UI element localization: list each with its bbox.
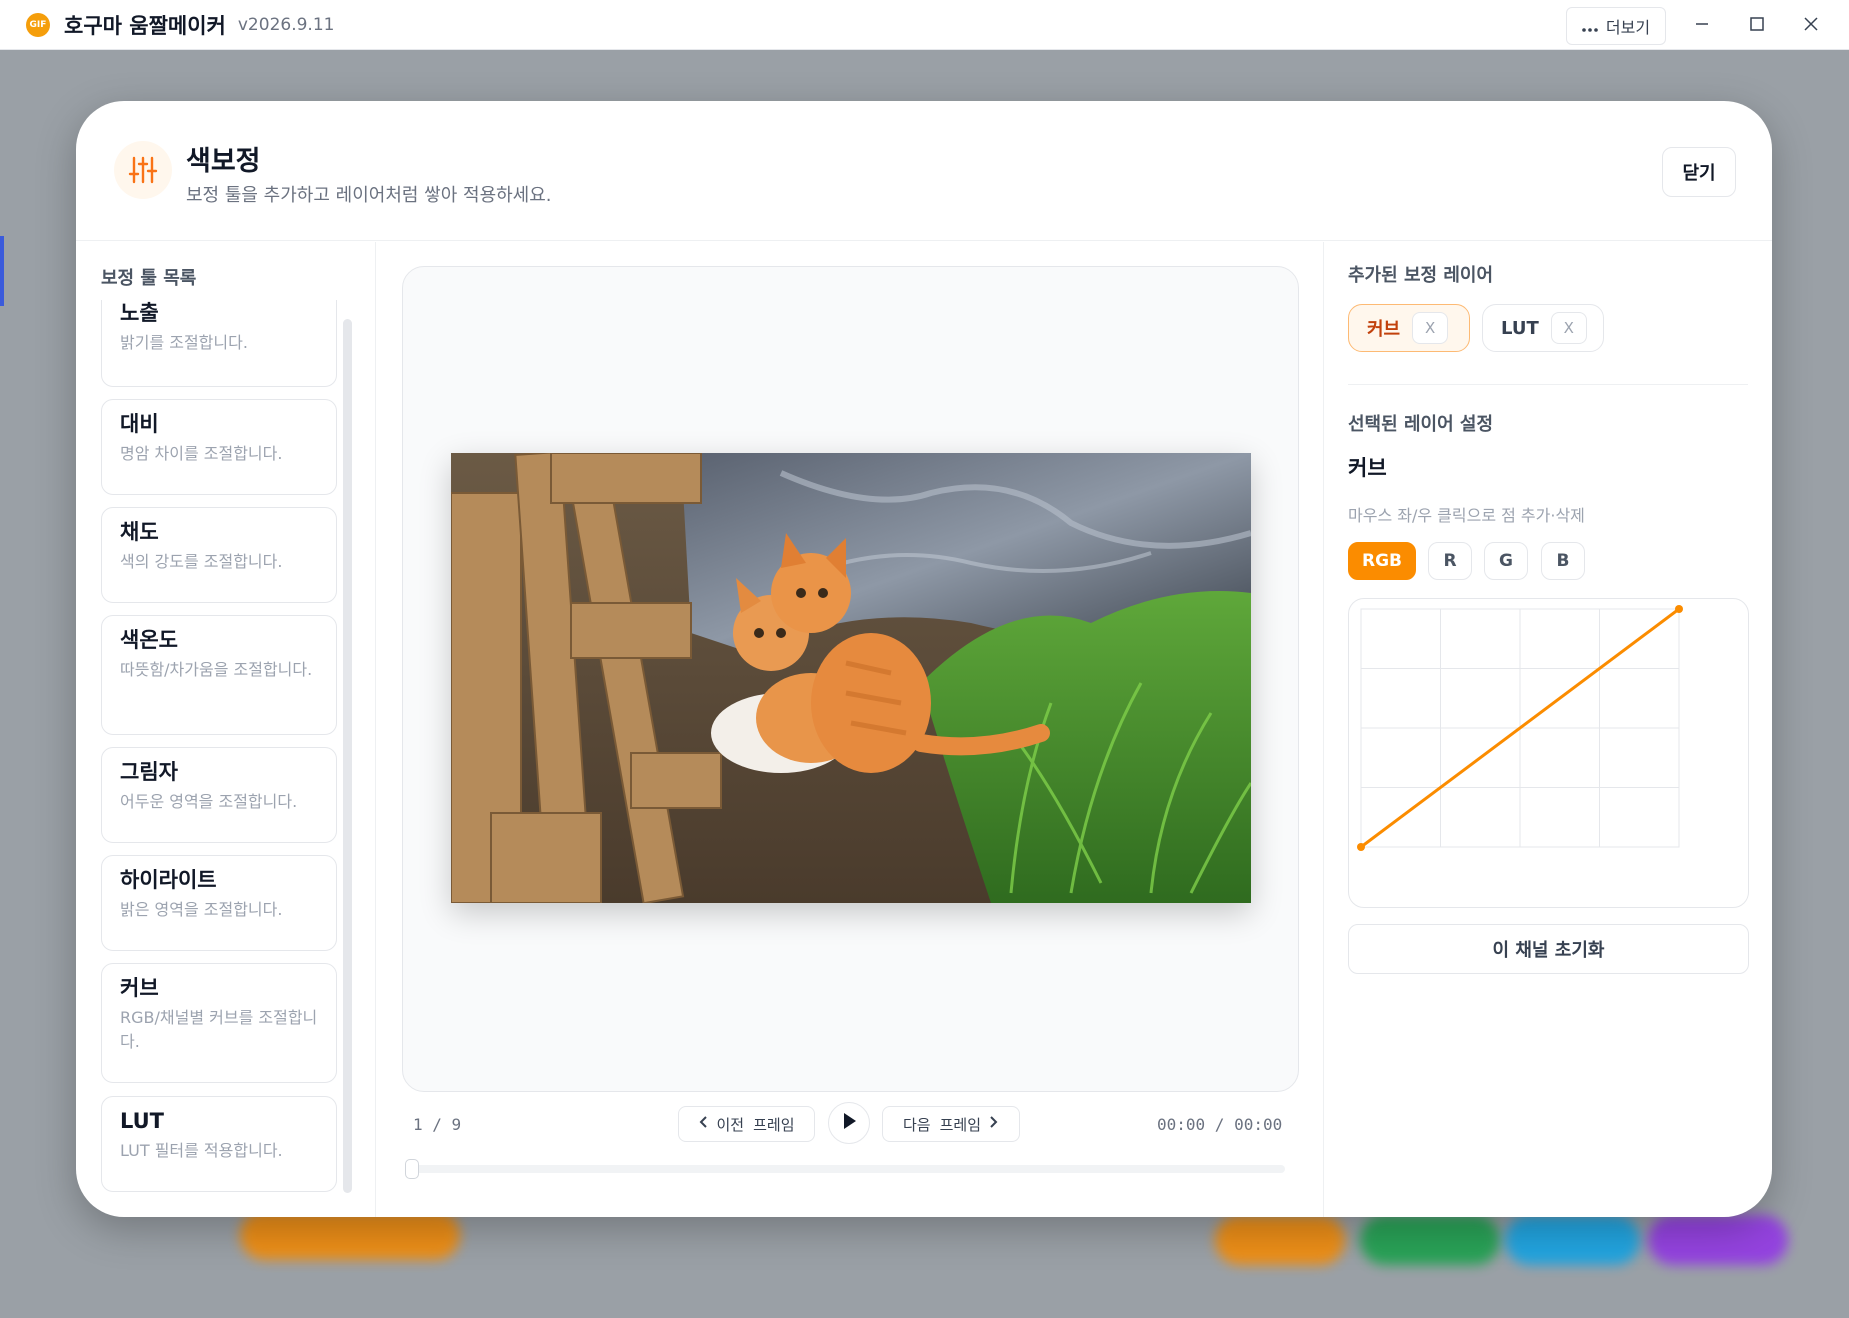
maximize-button[interactable] <box>1735 8 1779 42</box>
selected-layer-name: 커브 <box>1348 456 1387 480</box>
maximize-icon <box>1749 13 1765 37</box>
tool-card-contrast[interactable]: 대비 명암 차이를 조절합니다. <box>101 399 337 495</box>
tool-desc: 밝은 영역을 조절합니다. <box>120 900 283 919</box>
chevron-right-icon <box>989 1115 999 1133</box>
tool-card-saturation[interactable]: 채도 색의 강도를 조절합니다. <box>101 507 337 603</box>
layer-chip-label: 커브 <box>1367 319 1401 340</box>
tool-desc: 색의 강도를 조절합니다. <box>120 552 283 571</box>
tool-name: 하이라이트 <box>120 868 217 892</box>
sliders-icon <box>114 141 172 199</box>
ellipsis-icon <box>1582 17 1598 36</box>
channel-b-button[interactable]: B <box>1541 542 1585 580</box>
remove-layer-button[interactable]: X <box>1550 312 1587 344</box>
modal-subtitle: 보정 툴을 추가하고 레이어처럼 쌓아 적용하세요. <box>186 185 552 206</box>
tool-list-scrollbar[interactable] <box>343 319 352 1193</box>
channel-rgb-button[interactable]: RGB <box>1348 542 1416 580</box>
close-button[interactable]: 닫기 <box>1662 147 1736 197</box>
tool-card-lut[interactable]: LUT LUT 필터를 적용합니다. <box>101 1096 337 1192</box>
timeline-thumb[interactable] <box>405 1159 419 1179</box>
modal-title: 색보정 <box>186 146 261 177</box>
tool-list-label: 보정 툴 목록 <box>101 268 197 289</box>
tool-name: 채도 <box>120 520 159 544</box>
prev-frame-button[interactable]: 이전 프레임 <box>678 1106 815 1142</box>
channel-g-button[interactable]: G <box>1484 542 1528 580</box>
tool-desc: 따뜻함/차가움을 조절합니다. <box>120 660 313 679</box>
app-title: 호구마 움짤메이커 <box>64 13 226 38</box>
curve-point-1[interactable] <box>1675 605 1683 613</box>
tool-card-exposure[interactable]: 노출 밝기를 조절합니다. <box>101 300 337 387</box>
background-edge <box>0 236 4 306</box>
background-blurred-content <box>0 1200 1849 1318</box>
play-icon <box>841 1112 857 1134</box>
next-frame-button[interactable]: 다음 프레임 <box>882 1106 1020 1142</box>
title-bar: GIF 호구마 움짤메이커 v2026.9.11 더보기 <box>0 0 1849 50</box>
section-divider <box>1348 384 1748 385</box>
layer-chip-lut[interactable]: LUT X <box>1482 304 1604 352</box>
tool-name: 노출 <box>120 301 159 325</box>
tool-name: LUT <box>120 1109 165 1133</box>
tool-desc: LUT 필터를 적용합니다. <box>120 1141 283 1160</box>
more-label: 더보기 <box>1605 18 1651 37</box>
tool-list[interactable]: 노출 밝기를 조절합니다. 대비 명암 차이를 조절합니다. 채도 색의 강도를… <box>101 300 341 1194</box>
tool-desc: 명암 차이를 조절합니다. <box>120 444 283 463</box>
prev-frame-label: 이전 프레임 <box>716 1115 795 1134</box>
layer-chip-curves[interactable]: 커브 X <box>1348 304 1470 352</box>
layers-label: 추가된 보정 레이어 <box>1348 265 1494 286</box>
channel-r-button[interactable]: R <box>1428 542 1472 580</box>
frame-preview-image <box>451 453 1251 903</box>
next-frame-label: 다음 프레임 <box>902 1115 982 1134</box>
layer-chip-label: LUT <box>1501 317 1539 339</box>
tool-desc: 어두운 영역을 조절합니다. <box>120 792 298 811</box>
more-button[interactable]: 더보기 <box>1566 7 1666 45</box>
app-version: v2026.9.11 <box>237 14 335 35</box>
tool-name: 대비 <box>120 412 159 436</box>
timeline-slider[interactable] <box>405 1159 1285 1179</box>
tool-card-highlights[interactable]: 하이라이트 밝은 영역을 조절합니다. <box>101 855 337 951</box>
close-icon <box>1803 13 1819 37</box>
tool-name: 그림자 <box>120 760 178 784</box>
curve-hint: 마우스 좌/우 클릭으로 점 추가·삭제 <box>1348 506 1585 525</box>
tool-card-shadows[interactable]: 그림자 어두운 영역을 조절합니다. <box>101 747 337 843</box>
tool-name: 커브 <box>120 976 159 1000</box>
tool-name: 색온도 <box>120 628 178 652</box>
preview-area <box>402 266 1299 1092</box>
settings-label: 선택된 레이어 설정 <box>1348 414 1494 435</box>
reset-channel-button[interactable]: 이 채널 초기화 <box>1348 924 1749 974</box>
tool-card-temperature[interactable]: 색온도 따뜻함/차가움을 조절합니다. <box>101 615 337 735</box>
curve-point-0[interactable] <box>1357 843 1365 851</box>
curve-editor[interactable] <box>1348 598 1749 908</box>
time-display: 00:00 / 00:00 <box>1157 1115 1283 1134</box>
tool-desc: 밝기를 조절합니다. <box>120 333 248 352</box>
frame-counter: 1 / 9 <box>413 1115 462 1134</box>
window-close-button[interactable] <box>1789 8 1833 42</box>
app-logo: GIF <box>26 12 50 37</box>
play-button[interactable] <box>828 1102 870 1144</box>
chevron-left-icon <box>698 1115 708 1133</box>
minimize-icon <box>1694 13 1710 37</box>
curve-canvas[interactable] <box>1349 599 1748 907</box>
remove-layer-button[interactable]: X <box>1412 312 1449 344</box>
minimize-button[interactable] <box>1680 8 1724 42</box>
tool-desc: RGB/채널별 커브를 조절합니다. <box>120 1008 318 1051</box>
modal-header: 색보정 보정 툴을 추가하고 레이어처럼 쌓아 적용하세요. 닫기 <box>76 101 1772 241</box>
tool-card-curves[interactable]: 커브 RGB/채널별 커브를 조절합니다. <box>101 963 337 1083</box>
